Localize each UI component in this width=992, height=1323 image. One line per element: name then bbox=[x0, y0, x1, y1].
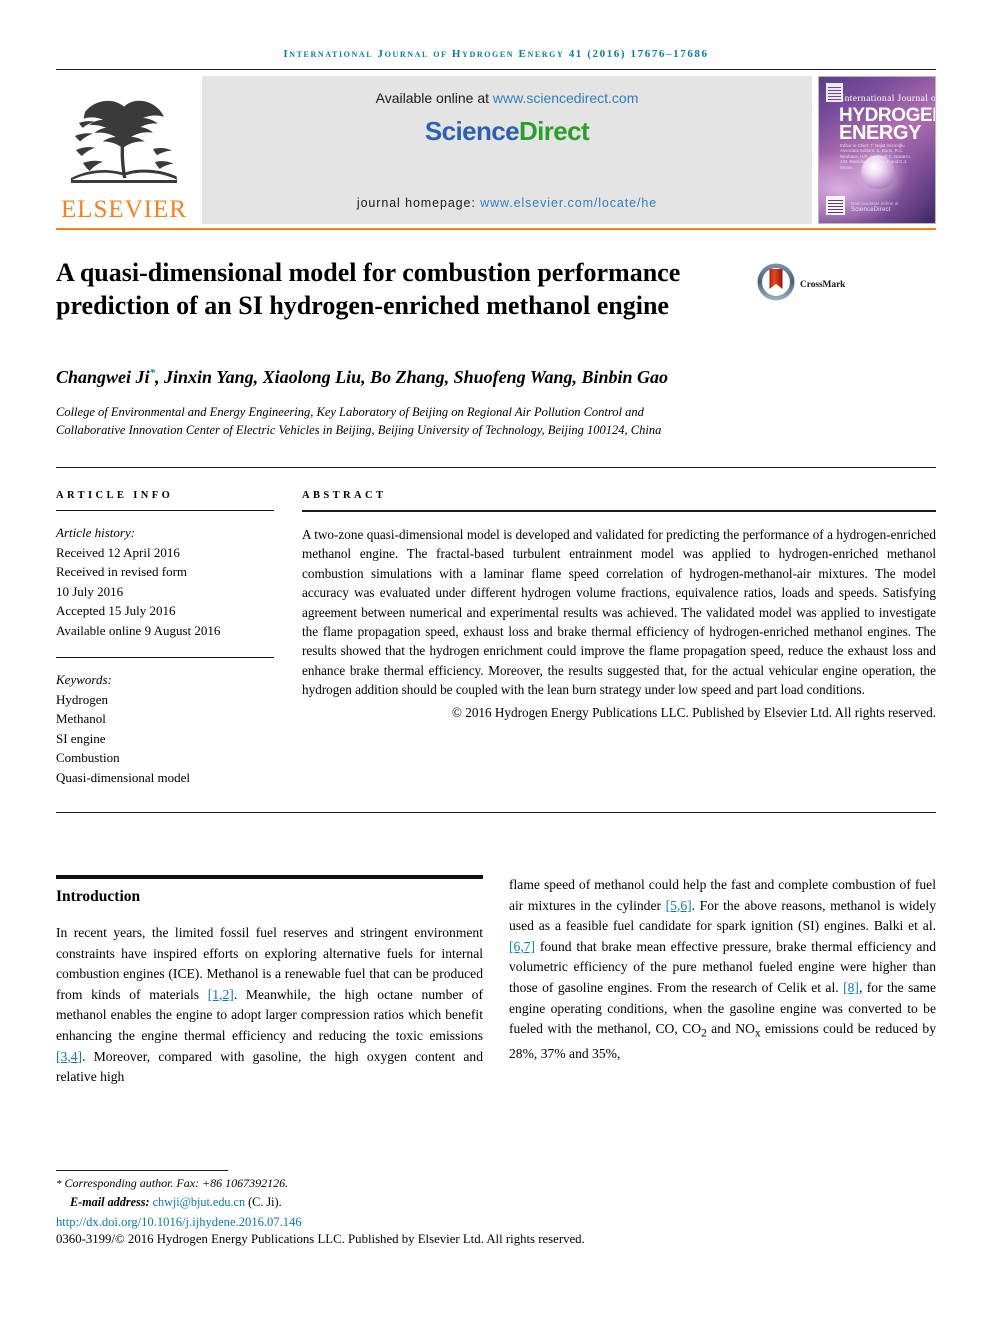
reference-link-6-7[interactable]: [6,7] bbox=[509, 939, 535, 954]
reference-link-1-2[interactable]: [1,2] bbox=[208, 987, 234, 1002]
abstract-heading-rule bbox=[302, 510, 936, 512]
sciencedirect-wordmark: ScienceDirect bbox=[424, 116, 590, 147]
author-affiliation: College of Environmental and Energy Engi… bbox=[56, 405, 662, 437]
introduction-paragraph-left: In recent years, the limited fossil fuel… bbox=[56, 923, 483, 1088]
introduction-heading: Introduction bbox=[56, 888, 141, 905]
keyword-item: SI engine bbox=[56, 730, 106, 746]
keywords-block: Keywords: Hydrogen Methanol SI engine Co… bbox=[56, 670, 274, 787]
article-history-item: 10 July 2016 bbox=[56, 583, 124, 599]
abstract-copyright: © 2016 Hydrogen Energy Publications LLC.… bbox=[451, 704, 936, 720]
reference-link-3-4[interactable]: [3,4] bbox=[56, 1049, 82, 1064]
introduction-paragraph-right: flame speed of methanol could help the f… bbox=[509, 875, 936, 1065]
email-person: (C. Ji). bbox=[248, 1194, 282, 1209]
author-list: Changwei Ji*, Jinxin Yang, Xiaolong Liu,… bbox=[56, 360, 716, 390]
keyword-item: Combustion bbox=[56, 750, 120, 765]
sciencedirect-wordmark-direct: Direct bbox=[518, 116, 590, 146]
doi-line: http://dx.doi.org/10.1016/j.ijhydene.201… bbox=[56, 1215, 936, 1230]
cover-title-line1: International Journal of bbox=[841, 94, 936, 104]
corresponding-author-note: * Corresponding author. Fax: +86 1067392… bbox=[56, 1175, 936, 1194]
abstract-bottom-rule bbox=[56, 812, 936, 813]
cover-title-line3: ENERGY bbox=[839, 122, 922, 144]
crossmark-label: CrossMark bbox=[800, 279, 846, 290]
info-section-top-rule bbox=[56, 467, 936, 468]
sciencedirect-url-link[interactable]: www.sciencedirect.com bbox=[493, 90, 639, 106]
journal-masthead: ELSEVIER Available online at www.science… bbox=[56, 76, 936, 224]
cover-editors: Editor-in-Chief: T. Nejat Veziroğlu Asso… bbox=[840, 143, 912, 170]
keywords-label: Keywords: bbox=[56, 672, 112, 687]
journal-homepage-link[interactable]: www.elsevier.com/locate/he bbox=[480, 196, 657, 210]
article-history-label: Article history: bbox=[56, 525, 136, 540]
email-label: E-mail address: bbox=[70, 1194, 150, 1209]
body-column-left: Introduction In recent years, the limite… bbox=[56, 875, 483, 1088]
crossmark-badge[interactable]: CrossMark bbox=[756, 262, 866, 307]
email-link[interactable]: chwji@bjut.edu.cn bbox=[153, 1195, 245, 1209]
article-history-block: Article history: Received 12 April 2016 … bbox=[56, 523, 274, 640]
title-row: A quasi-dimensional model for combustion… bbox=[56, 256, 936, 322]
article-history-item: Received in revised form bbox=[56, 564, 188, 579]
available-online-text: Available online at bbox=[375, 90, 493, 106]
article-page: International Journal of Hydrogen Energy… bbox=[0, 0, 992, 1323]
elsevier-tree-icon bbox=[65, 92, 183, 196]
abstract-column: ABSTRACT A two-zone quasi-dimensional mo… bbox=[302, 490, 936, 787]
email-note: E-mail address: chwji@bjut.edu.cn (C. Ji… bbox=[56, 1194, 936, 1212]
keywords-rule bbox=[56, 657, 274, 658]
introduction-section-rule bbox=[56, 875, 483, 879]
article-history-item: Available online 9 August 2016 bbox=[56, 622, 221, 638]
masthead-orange-rule bbox=[56, 228, 936, 230]
page-title: A quasi-dimensional model for combustion… bbox=[56, 258, 681, 320]
cover-sciencedirect-brand-text: ScienceDirect bbox=[851, 207, 891, 213]
author-rest: , Jinxin Yang, Xiaolong Liu, Bo Zhang, S… bbox=[155, 367, 669, 387]
elsevier-wordmark: ELSEVIER bbox=[60, 196, 188, 223]
reference-link-8[interactable]: [8] bbox=[843, 980, 859, 995]
corresponding-author-text: Corresponding author. Fax: +86 106739212… bbox=[61, 1176, 289, 1190]
article-history-item: Received 12 April 2016 bbox=[56, 544, 180, 560]
doi-link[interactable]: http://dx.doi.org/10.1016/j.ijhydene.201… bbox=[56, 1215, 302, 1229]
abstract-text: A two-zone quasi-dimensional model is de… bbox=[302, 527, 936, 698]
elsevier-logo: ELSEVIER bbox=[56, 76, 192, 224]
article-info-column: ARTICLE INFO Article history: Received 1… bbox=[56, 490, 302, 787]
keyword-item: Methanol bbox=[56, 711, 106, 726]
cover-bottom-mark-icon bbox=[826, 196, 845, 215]
sciencedirect-banner: Available online at www.sciencedirect.co… bbox=[202, 76, 812, 224]
abstract-heading: ABSTRACT bbox=[302, 490, 387, 501]
available-online-line: Available online at www.sciencedirect.co… bbox=[376, 90, 639, 106]
cover-sciencedirect-brand: Now available online at ScienceDirect bbox=[851, 201, 899, 213]
journal-homepage-line: journal homepage: www.elsevier.com/locat… bbox=[357, 196, 657, 210]
footnote-rule bbox=[56, 1170, 228, 1171]
running-head-rule bbox=[56, 69, 936, 70]
intro-right-text-5: and NO bbox=[706, 1021, 755, 1037]
article-info-heading: ARTICLE INFO bbox=[56, 490, 174, 501]
body-columns: Introduction In recent years, the limite… bbox=[56, 875, 936, 1088]
issn-copyright-line: 0360-3199/© 2016 Hydrogen Energy Publica… bbox=[56, 1232, 585, 1246]
sciencedirect-wordmark-science: Science bbox=[424, 116, 520, 146]
crossmark-icon bbox=[756, 262, 796, 307]
info-abstract-section: ARTICLE INFO Article history: Received 1… bbox=[56, 490, 936, 787]
journal-homepage-label: journal homepage: bbox=[356, 196, 481, 210]
body-column-right: flame speed of methanol could help the f… bbox=[509, 875, 936, 1088]
keyword-item: Quasi-dimensional model bbox=[56, 769, 190, 785]
keyword-item: Hydrogen bbox=[56, 691, 108, 707]
cover-sciencedirect-brand-small: Now available online at bbox=[851, 201, 899, 206]
intro-left-text-3: . Moreover, compared with gasoline, the … bbox=[56, 1048, 483, 1085]
author-first: Changwei Ji bbox=[56, 367, 150, 387]
journal-cover-thumbnail: International Journal of HYDROGEN ENERGY… bbox=[818, 76, 936, 224]
page-footer: * Corresponding author. Fax: +86 1067392… bbox=[56, 1170, 936, 1247]
running-head: International Journal of Hydrogen Energy… bbox=[283, 48, 709, 60]
article-info-heading-rule bbox=[56, 510, 274, 511]
reference-link-5-6[interactable]: [5,6] bbox=[666, 898, 692, 913]
article-history-item: Accepted 15 July 2016 bbox=[56, 603, 176, 618]
